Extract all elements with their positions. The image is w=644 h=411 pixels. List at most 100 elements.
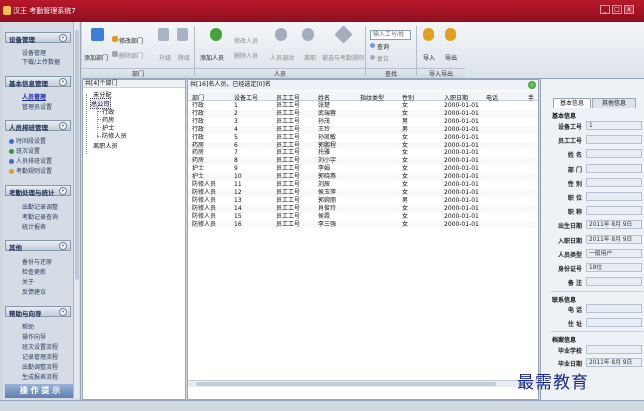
grid-hscrollbar[interactable] [188,380,538,387]
group-help[interactable]: 帮助与向导 « [5,306,71,318]
edit-person-button[interactable]: 修改人员 [234,36,258,45]
table-row[interactable]: 行政 3 员工工号 孙茂 男 2000-01-01 [188,118,538,126]
sidebar-scrollbar[interactable] [73,22,79,398]
sidebar-item-adjust[interactable]: 出勤记录调整 [22,202,58,211]
field-input[interactable] [586,304,642,313]
collapse-icon[interactable]: « [59,242,67,250]
reset-button[interactable]: 复位 [377,54,389,63]
sidebar-item-timeslot[interactable]: 时间段设置 [9,136,46,145]
sidebar-item-rules[interactable]: 考勤规则设置 [9,166,52,175]
table-row[interactable]: 防修人员 12 员工工号 侯玉萍 女 2000-01-01 [188,188,538,197]
field-input[interactable] [586,206,642,216]
maximize-button[interactable]: □ [612,5,622,14]
sidebar-item-staff[interactable]: 人员管理 [22,92,46,101]
collapse-icon[interactable]: « [59,122,67,130]
field-input[interactable] [586,163,642,173]
col-mobile[interactable]: 手 [528,93,534,102]
table-row[interactable]: 药房 6 员工工号 郭鹏程女 2000-01-01 [188,141,538,150]
sidebar-item-report[interactable]: 统计报表 [22,222,46,231]
sidebar-item-wizard[interactable]: 操作向导 [22,332,46,341]
table-row[interactable]: 行政 1 员工工号 张楚 女 2000-01-01 [188,102,538,110]
table-row[interactable]: 行政 5 员工工号 孙凯敏 女 2000-01-01 [188,134,538,142]
group-other[interactable]: 其他 « [5,240,71,252]
scrollbar-thumb[interactable] [196,382,496,386]
col-gender[interactable]: 性别 [402,93,414,102]
field-input[interactable]: 一般用户 [586,248,642,258]
sidebar-item-feedback[interactable]: 反馈建议 [22,287,46,296]
sidebar-item-adjust-flow[interactable]: 出勤调整流程 [22,362,58,371]
table-row[interactable]: 防修人员 14 员工工号 肖俊玲 女 2000-01-01 [188,204,538,213]
sidebar-item-about[interactable]: 关于 [22,277,34,286]
field-input[interactable] [586,318,642,327]
field-input[interactable]: 2011年 8月 9日 [586,234,642,244]
field-input[interactable]: 2011年 8月 9日 [586,358,642,367]
sidebar-item-device[interactable]: 设备管理 [22,48,46,57]
table-row[interactable]: 行政 2 员工工号 武瑞蓉 女 2000-01-01 [188,109,538,118]
field-input[interactable] [586,192,642,201]
col-device-id[interactable]: 设备工号 [234,93,258,102]
sidebar-item-roster[interactable]: 人员排班设置 [9,156,52,165]
field-input[interactable] [586,135,642,145]
scrollbar-thumb[interactable] [75,30,79,280]
add-dept-button[interactable]: 添加部门 [84,53,108,62]
table-row[interactable]: 防修人员 11 员工工号 刘辰 女 2000-01-01 [188,181,538,189]
tab-other-info[interactable]: 其他信息 [592,98,636,108]
col-staff-id[interactable]: 员工工号 [276,93,300,102]
collapse-icon[interactable]: « [59,187,67,195]
delete-dept-button[interactable]: 删除部门 [119,51,143,60]
tree-node-maintenance[interactable]: 防修人员 [102,131,127,140]
edit-dept-button[interactable]: 修改部门 [119,36,143,45]
sidebar-item-admin[interactable]: 管理员设置 [22,102,52,111]
field-input[interactable] [586,345,642,354]
sidebar-item-backup[interactable]: 备份与还原 [22,257,52,266]
tree-node-resigned[interactable]: 离职人员 [93,141,118,150]
table-row[interactable]: 护士 9 员工工号 李娟 女 2000-01-01 [188,165,538,173]
field-input[interactable] [586,149,642,159]
close-button[interactable]: x [624,5,634,14]
search-input[interactable] [370,30,411,40]
sidebar-item-shift[interactable]: 班次设置 [9,146,40,155]
sidebar-item-query[interactable]: 考勤记录查询 [22,212,58,221]
field-input[interactable] [586,277,642,287]
table-row[interactable]: 行政 4 员工工号 王玲 男 2000-01-01 [188,125,538,134]
field-input[interactable]: 18位 [586,263,642,272]
minimize-button[interactable]: _ [600,5,610,14]
tab-basic-info[interactable]: 基本信息 [553,98,591,108]
group-basic-info[interactable]: 基本信息管理 « [5,76,71,88]
ops-tip-panel[interactable]: 操 作 提 示 [5,384,75,398]
query-button[interactable]: 查询 [377,42,389,51]
table-row[interactable]: 药房 8 员工工号 刘小宇女 2000-01-01 [188,157,538,166]
group-attendance[interactable]: 考勤处理与统计 « [5,185,71,197]
group-device[interactable]: 设备管理 « [5,32,71,44]
export-button[interactable]: 导出 [445,53,457,62]
downgrade-button[interactable]: 降级 [178,53,190,62]
table-row[interactable]: 防修人员 15 员工工号 侯霞 女 2000-01-01 [188,213,538,221]
table-row[interactable]: 药房 7 员工工号 托雅女 2000-01-01 [188,149,538,157]
delete-person-button[interactable]: 删除人员 [234,51,258,60]
col-fp-type[interactable]: 指纹类型 [360,93,384,102]
field-input[interactable] [586,177,642,187]
collapse-icon[interactable]: « [59,308,67,316]
assign-rule-button[interactable]: 被选与考勤规则 [322,53,364,62]
refresh-icon[interactable] [528,81,536,89]
import-button[interactable]: 导入 [423,53,435,62]
collapse-icon[interactable]: « [59,78,67,86]
table-row[interactable]: 防修人员 16 员工工号 李三强 女 2000-01-01 [188,220,538,229]
sidebar-item-help[interactable]: 帮助 [22,322,34,331]
col-dept[interactable]: 部门 [192,93,204,102]
add-person-button[interactable]: 添加人员 [200,53,224,62]
table-row[interactable]: 护士 10 员工工号 郭晓燕 女 2000-01-01 [188,173,538,181]
sidebar-item-update[interactable]: 检查更新 [22,267,46,276]
field-input[interactable]: 2011年 8月 9日 [586,220,642,230]
field-input[interactable]: 1 [586,121,642,130]
sidebar-item-shift-flow[interactable]: 班次设置流程 [22,342,58,351]
sidebar-item-report-flow[interactable]: 生成报表流程 [22,372,58,381]
col-phone[interactable]: 电话 [486,93,498,102]
sidebar-item-download[interactable]: 下载/上传数据 [22,57,60,66]
collapse-icon[interactable]: « [59,34,67,42]
table-row[interactable]: 防修人员 13 员工工号 郭婉丽 男 2000-01-01 [188,197,538,205]
transfer-button[interactable]: 人员调动 [270,53,294,62]
upgrade-button[interactable]: 升级 [159,53,171,62]
group-schedule[interactable]: 人员排班管理 « [5,120,71,132]
col-hire-date[interactable]: 入职日期 [444,93,468,102]
